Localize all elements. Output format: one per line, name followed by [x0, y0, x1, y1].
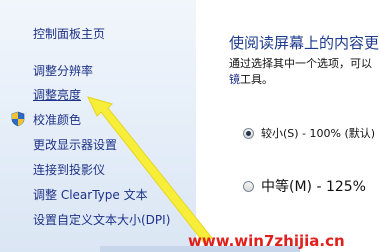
option-medium[interactable]: 中等(M) - 125% [243, 176, 366, 196]
option-smaller[interactable]: 较小(S) - 100% (默认) [243, 125, 375, 141]
description-text-line2: 镜工具。 [229, 73, 273, 87]
main-content: 使阅读屏幕上的内容更 通过选择其中一个选项，可以 镜工具。 较小(S) - 10… [196, 0, 380, 252]
radio-smaller[interactable] [243, 127, 254, 139]
sidebar-item-change-display-settings[interactable]: 更改显示器设置 [33, 138, 117, 152]
display-settings-window: 控制面板主页 调整分辨率 调整亮度 校准颜色 更改显示器设置 连接到投影仪 调整… [0, 0, 380, 252]
sidebar-item-control-panel-home[interactable]: 控制面板主页 [33, 27, 105, 41]
magnifier-link[interactable]: 镜 [229, 73, 240, 86]
option-smaller-label: 较小(S) - 100% (默认) [261, 127, 376, 140]
description-text: 通过选择其中一个选项，可以 [229, 57, 372, 70]
sidebar: 控制面板主页 调整分辨率 调整亮度 校准颜色 更改显示器设置 连接到投影仪 调整… [0, 0, 197, 252]
sidebar-item-adjust-resolution[interactable]: 调整分辨率 [33, 64, 93, 78]
description-text-rest: 工具。 [240, 73, 273, 86]
page-title: 使阅读屏幕上的内容更 [229, 34, 380, 52]
site-watermark: www.win7zhijia.cn [188, 232, 345, 250]
sidebar-item-adjust-brightness[interactable]: 调整亮度 [33, 88, 81, 102]
radio-medium[interactable] [243, 180, 254, 192]
sidebar-item-custom-text-size[interactable]: 设置自定义文本大小(DPI) [33, 213, 170, 227]
sidebar-item-calibrate-color[interactable]: 校准颜色 [33, 113, 81, 127]
option-medium-label: 中等(M) - 125% [261, 179, 366, 195]
uac-shield-icon [11, 111, 25, 127]
sidebar-item-adjust-cleartype[interactable]: 调整 ClearType 文本 [33, 188, 148, 202]
sidebar-item-connect-projector[interactable]: 连接到投影仪 [33, 163, 105, 177]
